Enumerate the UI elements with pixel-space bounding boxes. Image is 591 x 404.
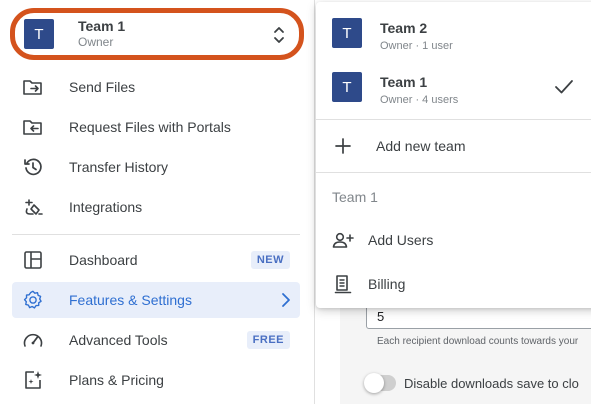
plus-icon [332, 135, 354, 157]
free-badge: FREE [246, 331, 290, 349]
add-new-team-label: Add new team [376, 138, 466, 154]
team-avatar: T [24, 19, 54, 49]
speedometer-icon [22, 329, 44, 351]
team-option-subtitle: Owner · 1 user [380, 40, 453, 52]
sidebar-item-send-files[interactable]: Send Files [12, 69, 300, 105]
sidebar-item-integrations[interactable]: Integrations [12, 189, 300, 225]
unfold-icon [274, 27, 284, 43]
add-users-button[interactable]: Add Users [316, 220, 591, 260]
add-user-icon [332, 229, 354, 251]
menu-divider [316, 119, 591, 120]
team-name: Team 1 [78, 18, 126, 34]
team-option-name: Team 2 [380, 20, 428, 36]
sparkle-icon [22, 369, 44, 391]
sidebar-item-label: Plans & Pricing [69, 372, 164, 388]
sidebar-item-advanced-tools[interactable]: Advanced Tools FREE [12, 322, 300, 358]
sidebar-item-transfer-history[interactable]: Transfer History [12, 149, 300, 185]
team-avatar: T [332, 72, 362, 102]
chevron-right-icon [282, 293, 290, 307]
disable-downloads-label: Disable downloads save to clo [404, 376, 579, 391]
toggle-knob [364, 373, 384, 393]
team-role: Owner [78, 35, 114, 49]
team-section-title: Team 1 [332, 189, 378, 205]
team-option-name: Team 1 [380, 74, 428, 90]
sidebar: T Team 1 Owner Send Files Request Files … [0, 0, 315, 404]
new-badge: NEW [250, 251, 290, 269]
team-option-team-2[interactable]: T Team 2 Owner · 1 user [316, 6, 591, 60]
sidebar-item-features-settings[interactable]: Features & Settings [12, 282, 300, 318]
disable-downloads-toggle[interactable] [364, 373, 396, 393]
sidebar-divider [12, 234, 300, 235]
sidebar-item-label: Send Files [69, 79, 136, 95]
billing-label: Billing [368, 276, 406, 292]
add-users-label: Add Users [368, 232, 434, 248]
sidebar-item-label: Transfer History [69, 159, 169, 175]
team-switcher-text: Team 1 Owner [78, 18, 125, 50]
team-option-subtitle: Owner · 4 users [380, 94, 459, 106]
integrations-icon [22, 196, 44, 218]
billing-button[interactable]: Billing [316, 264, 591, 304]
sidebar-item-label: Features & Settings [69, 292, 192, 308]
sidebar-item-label: Request Files with Portals [69, 119, 231, 135]
gear-icon [22, 289, 44, 311]
sidebar-item-label: Dashboard [69, 252, 138, 268]
team-switcher[interactable]: T Team 1 Owner [10, 8, 304, 60]
dashboard-icon [22, 249, 44, 271]
team-menu: T Team 2 Owner · 1 user T Team 1 Owner ·… [316, 2, 591, 308]
history-icon [22, 156, 44, 178]
add-new-team-button[interactable]: Add new team [316, 126, 591, 166]
sidebar-item-plans-pricing[interactable]: Plans & Pricing [12, 362, 300, 398]
billing-icon [332, 273, 354, 295]
team-option-team-1[interactable]: T Team 1 Owner · 4 users [316, 60, 591, 114]
menu-divider [316, 172, 591, 173]
check-icon [555, 80, 573, 94]
sidebar-item-label: Advanced Tools [69, 332, 168, 348]
send-files-icon [22, 76, 44, 98]
sidebar-item-dashboard[interactable]: Dashboard NEW [12, 242, 300, 278]
team-avatar: T [332, 18, 362, 48]
sidebar-item-request-files[interactable]: Request Files with Portals [12, 109, 300, 145]
sidebar-item-label: Integrations [69, 199, 143, 215]
request-files-icon [22, 116, 44, 138]
download-limit-help: Each recipient download counts towards y… [377, 336, 579, 347]
